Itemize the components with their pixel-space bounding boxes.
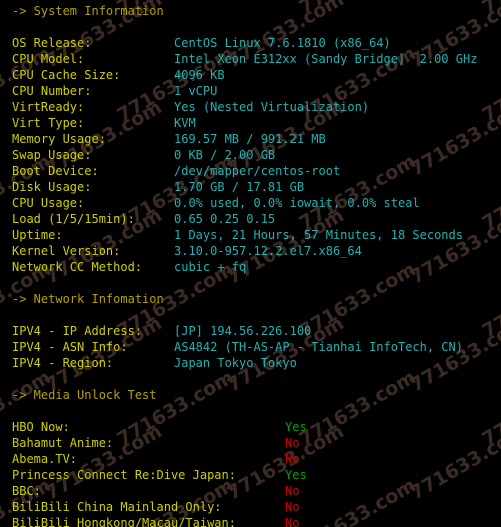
row-label: CPU Cache Size: [12,68,121,82]
row-label: OS Release: [12,36,92,50]
media-row-hbo-now: HBO Now: Yes [0,419,501,435]
row-value: 1.70 GB / 17.81 GB [174,180,305,194]
info-row-kernel-version: Kernel Version: 3.10.0-957.12.2.el7.x86_6… [0,243,501,259]
row-value: 4096 KB [174,68,225,82]
row-label: IPV4 - ASN Info: [12,340,128,354]
row-value: 0.0% used, 0.0% iowait, 0.0% steal [174,196,420,210]
row-label: IPV4 - IP Address: [12,324,143,338]
row-label: Bahamut Anime: [12,436,114,450]
row-label: Network CC Method: [12,260,143,274]
row-value: 1 Days, 21 Hours, 57 Minutes, 18 Seconds [174,228,463,242]
row-value: 0.65 0.25 0.15 [174,212,276,226]
row-value: 1 vCPU [174,84,218,98]
row-label: Uptime: [12,228,63,242]
info-row-cpu-model: CPU Model: Intel Xeon E312xx (Sandy Bridg… [0,51,501,67]
row-value: AS4842 (TH-AS-AP - Tianhai InfoTech, CN) [174,340,463,354]
row-value: /dev/mapper/centos-root [174,164,341,178]
row-value: Intel Xeon E312xx (Sandy Bridge) 2.00 GH… [174,52,478,66]
row-value: 0 KB / 2.00 GB [174,148,276,162]
row-label: Abema.TV: [12,452,78,466]
info-row-ipv4-region: IPV4 - Region: Japan Tokyo Tokyo [0,355,501,371]
row-label: VirtReady: [12,100,85,114]
row-label: BiliBili China Mainland Only: [12,500,222,514]
info-row-os-release: OS Release: CentOS Linux 7.6.1810 (x86_64… [0,35,501,51]
status-badge: Yes [285,468,307,482]
info-row-network-cc-method: Network CC Method: cubic + fq [0,259,501,275]
media-row-bilibili-china-mainland-only: BiliBili China Mainland Only: No [0,499,501,515]
info-row-cpu-cache-size: CPU Cache Size: 4096 KB [0,67,501,83]
media-row-abema-tv: Abema.TV: No [0,451,501,467]
row-label: Load (1/5/15min): [12,212,135,226]
row-value: 3.10.0-957.12.2.el7.x86_64 [174,244,362,258]
info-row-virt-type: Virt Type: KVM [0,115,501,131]
terminal-output: -> System Information OS Release: CentOS … [0,0,501,527]
row-label: CPU Usage: [12,196,85,210]
status-badge: No [285,516,300,527]
status-badge: No [285,484,300,498]
info-row-virtready: VirtReady: Yes (Nested Virtualization) [0,99,501,115]
row-label: BiliBili Hongkong/Macau/Taiwan: [12,516,236,527]
info-row-ipv4-asn-info: IPV4 - ASN Info: AS4842 (TH-AS-AP - Tianh… [0,339,501,355]
row-label: Virt Type: [12,116,85,130]
info-row-memory-usage: Memory Usage: 169.57 MB / 991.21 MB [0,131,501,147]
row-label: Memory Usage: [12,132,106,146]
status-badge: No [285,500,300,514]
row-label: BBC: [12,484,41,498]
media-unlock-test-heading: -> Media Unlock Test [12,388,157,402]
row-value: 169.57 MB / 991.21 MB [174,132,326,146]
info-row-disk-usage: Disk Usage: 1.70 GB / 17.81 GB [0,179,501,195]
info-row-load-average: Load (1/5/15min): 0.65 0.25 0.15 [0,211,501,227]
info-row-cpu-usage: CPU Usage: 0.0% used, 0.0% iowait, 0.0% s… [0,195,501,211]
row-value: [JP] 194.56.226.100 [174,324,312,338]
row-label: CPU Number: [12,84,92,98]
media-row-princess-connect-redive-japan: Princess Connect Re:Dive Japan: Yes [0,467,501,483]
status-badge: No [285,436,300,450]
info-row-cpu-number: CPU Number: 1 vCPU [0,83,501,99]
media-row-bilibili-hongkong-macau-taiwan: BiliBili Hongkong/Macau/Taiwan: No [0,515,501,527]
row-label: Boot Device: [12,164,99,178]
row-value: KVM [174,116,196,130]
terminal-window: 771633.com 771633.com 771633.com 771633.com… [0,0,501,527]
row-value: Yes (Nested Virtualization) [174,100,370,114]
media-row-bbc: BBC: No [0,483,501,499]
network-information-heading: -> Network Infomation [12,292,164,306]
info-row-ipv4-ip-address: IPV4 - IP Address: [JP] 194.56.226.100 [0,323,501,339]
info-row-boot-device: Boot Device: /dev/mapper/centos-root [0,163,501,179]
row-label: Kernel Version: [12,244,121,258]
row-label: HBO Now: [12,420,70,434]
row-value: CentOS Linux 7.6.1810 (x86_64) [174,36,391,50]
info-row-uptime: Uptime: 1 Days, 21 Hours, 57 Minutes, 18 … [0,227,501,243]
system-information-heading: -> System Information [12,4,164,18]
media-row-bahamut-anime: Bahamut Anime: No [0,435,501,451]
status-badge: No [285,452,300,466]
row-label: Swap Usage: [12,148,92,162]
row-value: Japan Tokyo Tokyo [174,356,297,370]
info-row-swap-usage: Swap Usage: 0 KB / 2.00 GB [0,147,501,163]
row-label: CPU Model: [12,52,85,66]
row-label: Disk Usage: [12,180,92,194]
row-label: IPV4 - Region: [12,356,114,370]
row-value: cubic + fq [174,260,247,274]
row-label: Princess Connect Re:Dive Japan: [12,468,236,482]
status-badge: Yes [285,420,307,434]
